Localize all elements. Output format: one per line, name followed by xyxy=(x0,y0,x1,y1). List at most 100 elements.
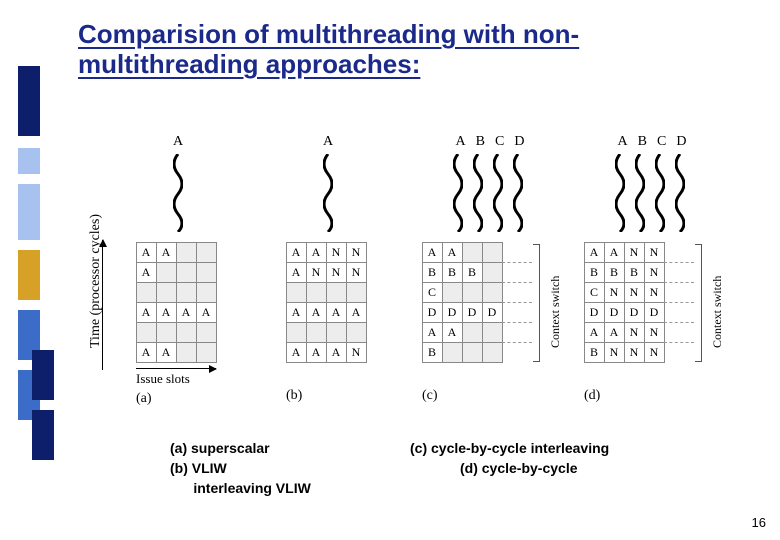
grid-cell: A xyxy=(442,242,463,263)
context-switch-dash xyxy=(502,322,532,323)
grid-cell: B xyxy=(604,262,625,283)
context-switch-dash xyxy=(664,302,694,303)
context-switch-label: Context switch xyxy=(710,276,725,348)
panel-b-threads xyxy=(278,154,378,232)
slide-decoration-sidebar xyxy=(0,0,60,540)
grid-cell: A xyxy=(584,242,605,263)
grid-cell: N xyxy=(604,342,625,363)
grid-cell xyxy=(176,262,197,283)
thread-squiggle-icon xyxy=(453,154,463,232)
grid-cell: B xyxy=(422,262,443,283)
grid-cell: B xyxy=(584,262,605,283)
grid-cell xyxy=(346,282,367,303)
grid-cell xyxy=(462,342,483,363)
grid-cell: A xyxy=(422,322,443,343)
panel-a-grid: AAAAAAAAA xyxy=(136,242,228,362)
grid-cell: N xyxy=(346,262,367,283)
grid-cell xyxy=(156,282,177,303)
grid-cell xyxy=(136,282,157,303)
grid-cell: B xyxy=(462,262,483,283)
grid-cell: D xyxy=(584,302,605,323)
grid-cell: A xyxy=(306,302,327,323)
grid-cell: D xyxy=(624,302,645,323)
thread-label: A xyxy=(323,134,333,150)
thread-squiggle-icon xyxy=(655,154,665,232)
grid-cell: A xyxy=(604,242,625,263)
grid-cell: N xyxy=(346,342,367,363)
grid-cell xyxy=(482,322,503,343)
grid-cell: A xyxy=(156,342,177,363)
context-switch-dash xyxy=(664,262,694,263)
panel-d-caption: (d) xyxy=(584,388,720,404)
grid-cell: A xyxy=(136,302,157,323)
grid-cell: N xyxy=(604,282,625,303)
grid-cell: A xyxy=(286,262,307,283)
grid-cell xyxy=(156,322,177,343)
grid-cell: N xyxy=(624,242,645,263)
grid-cell xyxy=(482,282,503,303)
grid-cell xyxy=(326,282,347,303)
legend-c: (c) cycle-by-cycle interleaving xyxy=(410,440,609,456)
grid-cell xyxy=(462,282,483,303)
slide-title: Comparision of multithreading with non- … xyxy=(78,20,579,80)
panel-a: A AAAAAAAAA Issue slots (a) xyxy=(128,134,228,407)
panel-c-threads xyxy=(418,154,558,232)
panel-b: A AANNANNNAAAAAAAN (b) xyxy=(278,134,378,404)
grid-cell xyxy=(176,282,197,303)
grid-cell xyxy=(462,322,483,343)
x-axis-arrow-icon xyxy=(136,368,216,369)
grid-cell xyxy=(306,282,327,303)
grid-cell: N xyxy=(346,242,367,263)
grid-cell: B xyxy=(422,342,443,363)
grid-cell xyxy=(196,262,217,283)
thread-squiggle-icon xyxy=(173,154,183,232)
grid-cell: A xyxy=(156,242,177,263)
grid-cell: N xyxy=(326,262,347,283)
thread-squiggle-icon xyxy=(493,154,503,232)
grid-cell: A xyxy=(286,342,307,363)
thread-label: A xyxy=(173,134,183,150)
grid-cell xyxy=(176,322,197,343)
grid-cell xyxy=(196,282,217,303)
thread-label: A xyxy=(618,134,628,150)
grid-cell: A xyxy=(136,342,157,363)
panel-d-threads xyxy=(580,154,720,232)
grid-cell: A xyxy=(136,262,157,283)
grid-cell xyxy=(482,242,503,263)
grid-cell xyxy=(482,342,503,363)
thread-squiggle-icon xyxy=(675,154,685,232)
panel-d-thread-labels: A B C D xyxy=(580,134,720,150)
thread-squiggle-icon xyxy=(323,154,333,232)
grid-cell: D xyxy=(644,302,665,323)
thread-label: C xyxy=(495,134,504,150)
grid-cell: A xyxy=(306,342,327,363)
grid-cell xyxy=(176,242,197,263)
grid-cell xyxy=(156,262,177,283)
panel-a-thread-labels: A xyxy=(128,134,228,150)
grid-cell: A xyxy=(196,302,217,323)
grid-cell: N xyxy=(306,262,327,283)
legend-b: (b) VLIW xyxy=(170,460,227,476)
grid-cell: A xyxy=(604,322,625,343)
grid-cell xyxy=(196,342,217,363)
legend-a: (a) superscalar xyxy=(170,440,270,456)
grid-cell: N xyxy=(644,282,665,303)
grid-cell xyxy=(462,242,483,263)
context-switch-dash xyxy=(502,342,532,343)
context-switch-label: Context switch xyxy=(548,276,563,348)
context-switch-dash xyxy=(502,302,532,303)
grid-cell xyxy=(286,282,307,303)
grid-cell: A xyxy=(156,302,177,323)
grid-cell: B xyxy=(584,342,605,363)
thread-label: A xyxy=(456,134,466,150)
grid-cell: A xyxy=(584,322,605,343)
grid-cell: N xyxy=(644,322,665,343)
grid-cell: D xyxy=(604,302,625,323)
page-number: 16 xyxy=(752,515,766,530)
grid-cell: C xyxy=(422,282,443,303)
grid-cell: D xyxy=(442,302,463,323)
grid-cell: N xyxy=(624,342,645,363)
panel-a-threads xyxy=(128,154,228,232)
grid-cell: A xyxy=(442,322,463,343)
panel-c-thread-labels: A B C D xyxy=(418,134,558,150)
